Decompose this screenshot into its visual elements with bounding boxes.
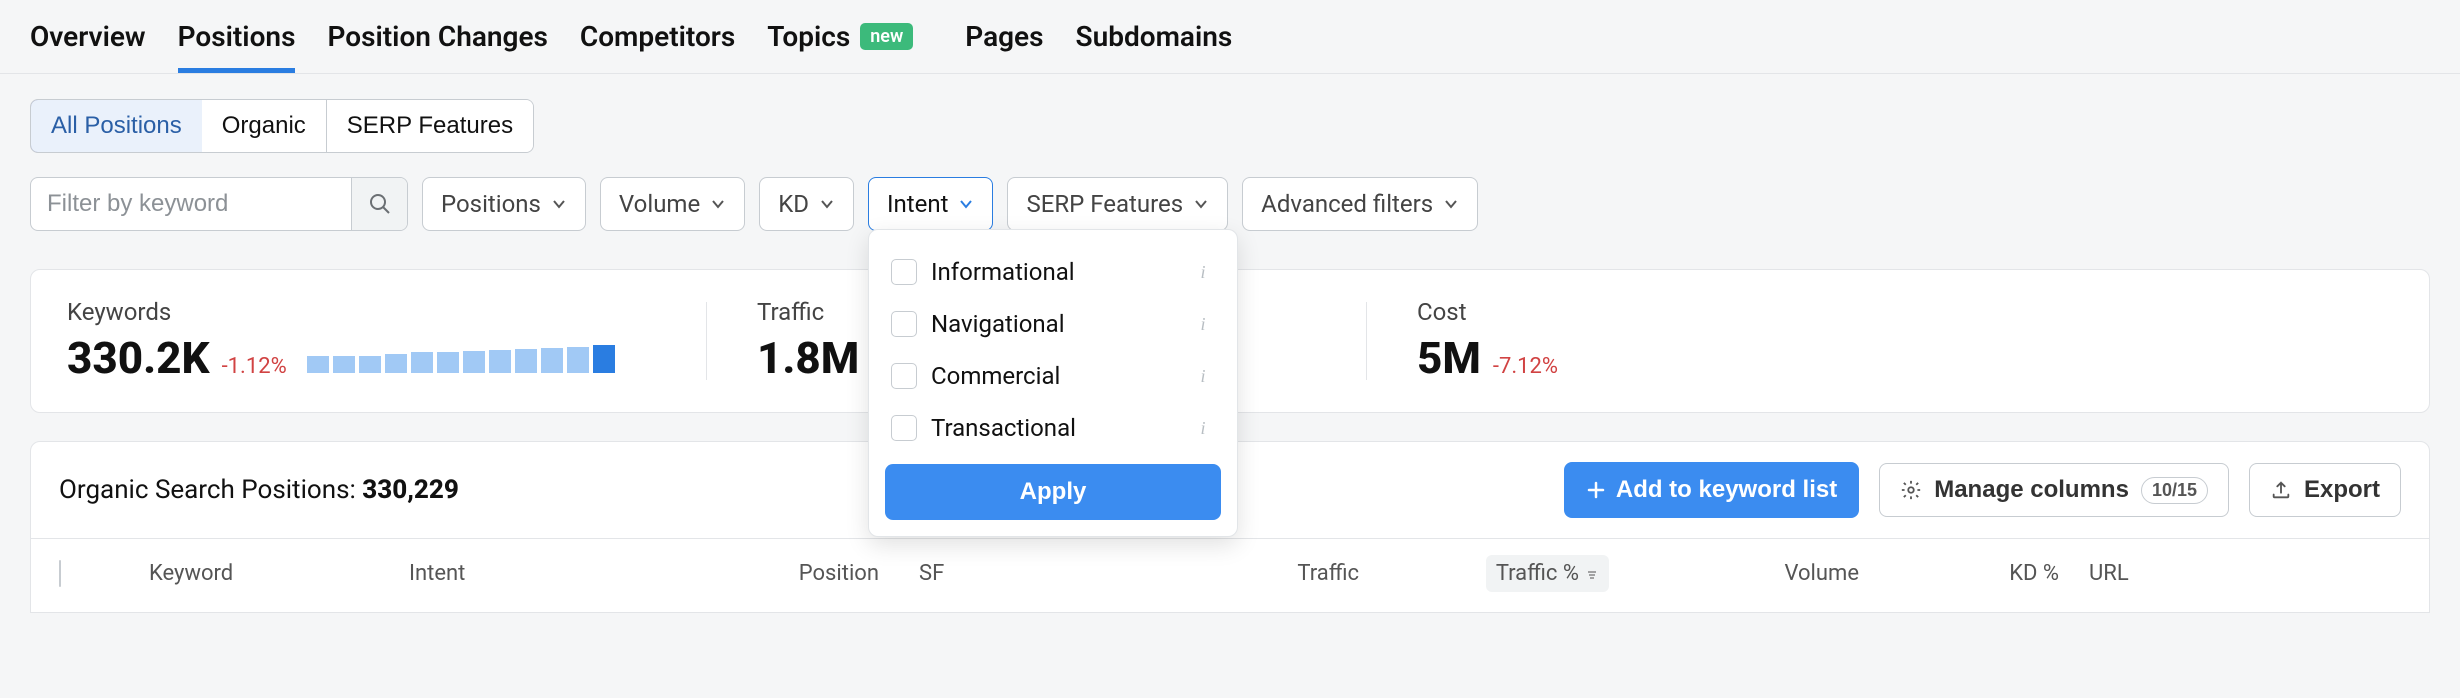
stat-label: Cost (1417, 298, 1727, 326)
col-kd[interactable]: KD % (1859, 561, 2059, 586)
tab-position-changes[interactable]: Position Changes (327, 20, 547, 73)
intent-option-label: Commercial (931, 362, 1060, 390)
stat-value: 1.8M (757, 332, 859, 384)
tab-positions[interactable]: Positions (178, 20, 296, 73)
keywords-sparkline (307, 345, 615, 373)
manage-columns-label: Manage columns (1934, 476, 2129, 504)
filter-advanced-label: Advanced filters (1261, 190, 1433, 218)
stat-cost: Cost 5M -7.12% (1367, 298, 1787, 384)
intent-apply-button[interactable]: Apply (885, 464, 1221, 520)
tab-overview[interactable]: Overview (30, 20, 146, 73)
position-type-segment: All Positions Organic SERP Features (30, 99, 534, 153)
osp-prefix: Organic Search Positions: (59, 475, 362, 505)
checkbox-icon (891, 311, 917, 337)
filter-volume[interactable]: Volume (600, 177, 745, 231)
chevron-down-icon (710, 196, 726, 212)
filter-positions-label: Positions (441, 190, 541, 218)
chevron-down-icon (1193, 196, 1209, 212)
table-header-row: Keyword Intent Position SF Traffic Traff… (31, 538, 2429, 612)
export-button[interactable]: Export (2249, 463, 2401, 517)
plus-icon (1586, 480, 1606, 500)
search-icon (368, 192, 392, 216)
gear-icon (1900, 479, 1922, 501)
chevron-down-icon (819, 196, 835, 212)
add-to-keyword-list-button[interactable]: Add to keyword list (1564, 462, 1859, 518)
info-icon[interactable]: i (1191, 416, 1215, 440)
stat-label: Keywords (67, 298, 647, 326)
filter-row: Positions Volume KD Intent Informational… (30, 177, 2430, 231)
stat-value: 5M (1417, 332, 1481, 384)
segment-organic[interactable]: Organic (202, 100, 327, 152)
filter-positions[interactable]: Positions (422, 177, 586, 231)
filter-intent-wrap: Intent Informational i Navigational i Co… (868, 177, 993, 231)
filter-serp-features[interactable]: SERP Features (1007, 177, 1228, 231)
col-sf[interactable]: SF (879, 561, 1099, 586)
nav-tabs: Overview Positions Position Changes Comp… (0, 0, 2460, 74)
filter-serp-label: SERP Features (1026, 190, 1183, 218)
filter-kd-label: KD (778, 190, 809, 218)
intent-option-label: Transactional (931, 414, 1076, 442)
segment-serp-features[interactable]: SERP Features (327, 100, 533, 152)
intent-option-label: Navigational (931, 310, 1065, 338)
intent-dropdown: Informational i Navigational i Commercia… (868, 229, 1238, 537)
chevron-down-icon (958, 196, 974, 212)
sort-icon (1585, 567, 1599, 581)
tab-pages[interactable]: Pages (965, 20, 1043, 73)
tab-topics-label: Topics (767, 20, 850, 53)
filter-intent-label: Intent (887, 190, 948, 218)
intent-option-commercial[interactable]: Commercial i (885, 350, 1221, 402)
manage-columns-button[interactable]: Manage columns 10/15 (1879, 463, 2229, 517)
col-keyword[interactable]: Keyword (149, 561, 409, 586)
intent-option-navigational[interactable]: Navigational i (885, 298, 1221, 350)
columns-count-badge: 10/15 (2141, 477, 2208, 504)
export-icon (2270, 479, 2292, 501)
col-volume[interactable]: Volume (1609, 561, 1859, 586)
organic-search-positions-title: Organic Search Positions: 330,229 (59, 475, 459, 505)
export-label: Export (2304, 476, 2380, 504)
intent-option-informational[interactable]: Informational i (885, 246, 1221, 298)
toolbar: All Positions Organic SERP Features Posi… (0, 74, 2460, 251)
select-all-checkbox[interactable] (59, 560, 61, 587)
filter-volume-label: Volume (619, 190, 700, 218)
col-traffic-pct-label: Traffic % (1496, 561, 1579, 586)
keyword-search-button[interactable] (351, 178, 407, 230)
col-traffic[interactable]: Traffic (1099, 561, 1359, 586)
new-badge: new (860, 23, 913, 50)
info-icon[interactable]: i (1191, 312, 1215, 336)
col-url[interactable]: URL (2059, 561, 2430, 586)
stat-delta: -7.12% (1493, 354, 1558, 379)
checkbox-icon (891, 363, 917, 389)
tab-topics[interactable]: Topics new (767, 20, 913, 73)
keyword-search-input[interactable] (31, 178, 351, 230)
checkbox-icon (891, 415, 917, 441)
filter-intent[interactable]: Intent (868, 177, 993, 231)
intent-option-label: Informational (931, 258, 1075, 286)
intent-option-transactional[interactable]: Transactional i (885, 402, 1221, 454)
col-intent[interactable]: Intent (409, 561, 659, 586)
info-icon[interactable]: i (1191, 260, 1215, 284)
checkbox-icon (891, 259, 917, 285)
tab-subdomains[interactable]: Subdomains (1076, 20, 1233, 73)
add-button-label: Add to keyword list (1616, 476, 1837, 504)
stat-delta: -1.12% (222, 354, 287, 379)
col-traffic-pct[interactable]: Traffic % (1486, 555, 1609, 592)
keyword-search (30, 177, 408, 231)
osp-count: 330,229 (362, 475, 459, 505)
segment-all-positions[interactable]: All Positions (30, 99, 203, 153)
filter-advanced[interactable]: Advanced filters (1242, 177, 1478, 231)
info-icon[interactable]: i (1191, 364, 1215, 388)
col-position[interactable]: Position (659, 561, 879, 586)
stat-keywords: Keywords 330.2K -1.12% (67, 298, 707, 384)
select-all-cell (59, 561, 149, 586)
chevron-down-icon (551, 196, 567, 212)
tab-competitors[interactable]: Competitors (580, 20, 735, 73)
chevron-down-icon (1443, 196, 1459, 212)
filter-kd[interactable]: KD (759, 177, 854, 231)
stat-value: 330.2K (67, 332, 210, 384)
